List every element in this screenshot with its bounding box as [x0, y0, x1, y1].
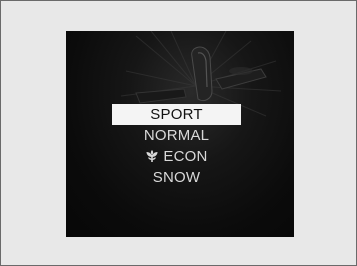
drive-mode-normal-label: NORMAL	[143, 127, 210, 144]
drive-mode-normal[interactable]: NORMAL	[112, 125, 241, 146]
drive-mode-snow[interactable]: SNOW	[112, 167, 241, 188]
drive-mode-sport-label: SPORT	[150, 106, 203, 123]
drive-mode-snow-label: SNOW	[152, 169, 201, 186]
drive-mode-econ-label: ECON	[163, 148, 208, 165]
drive-mode-sport[interactable]: SPORT	[112, 104, 241, 125]
drive-mode-menu: SPORT NORMAL ECON SNOW	[112, 104, 241, 188]
drive-mode-econ[interactable]: ECON	[112, 146, 241, 167]
display-screen: SPORT NORMAL ECON SNOW	[66, 31, 294, 237]
manual-figure-frame: SPORT NORMAL ECON SNOW	[0, 0, 357, 266]
eco-leaf-icon	[146, 150, 158, 162]
